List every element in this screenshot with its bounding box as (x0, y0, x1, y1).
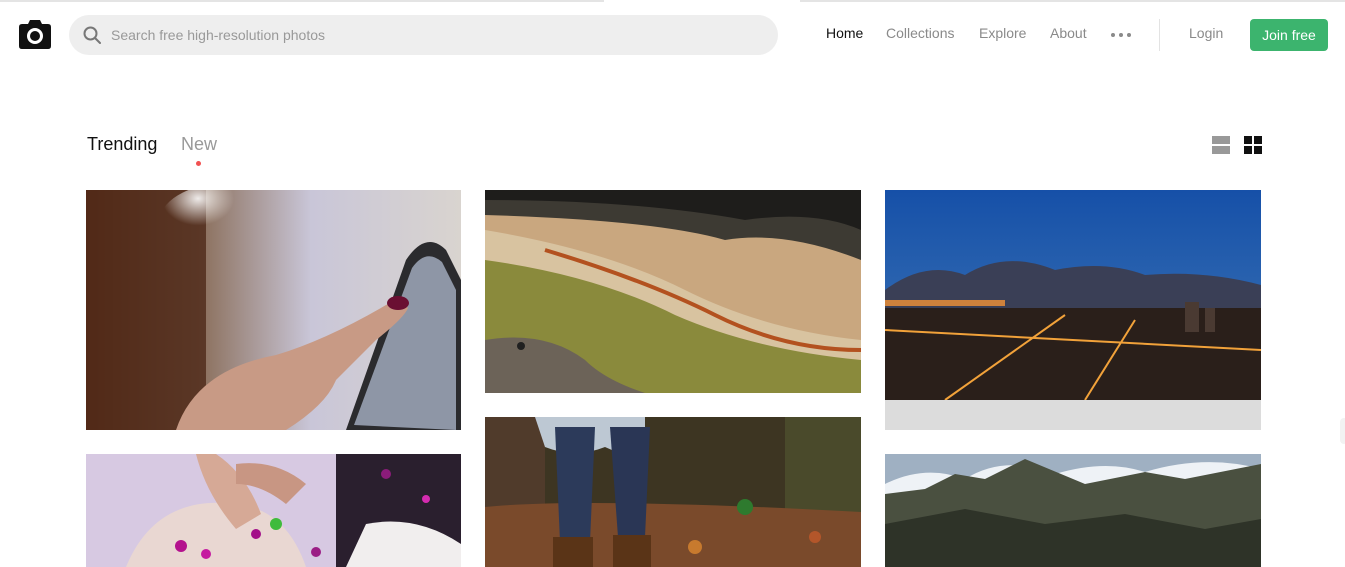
photo-card-forest-walker[interactable] (485, 417, 861, 567)
photo-card-city-dusk[interactable] (885, 190, 1261, 430)
login-link[interactable]: Login (1189, 25, 1223, 41)
header: Home Collections Explore About Login Joi… (0, 2, 1345, 66)
photo-card-tablet-touch[interactable] (86, 190, 461, 430)
nav-home[interactable]: Home (826, 25, 863, 41)
photo-card-mountains[interactable] (885, 454, 1261, 567)
camera-icon[interactable] (19, 19, 51, 49)
photo-card-canyon-river[interactable] (485, 190, 861, 393)
nav-about[interactable]: About (1050, 25, 1087, 41)
scroll-edge-handle (1340, 418, 1345, 444)
search-input[interactable] (111, 15, 761, 55)
nav-explore[interactable]: Explore (979, 25, 1026, 41)
nav-collections[interactable]: Collections (886, 25, 954, 41)
photo-card-confetti-hands[interactable] (86, 454, 461, 567)
grid-view-icon[interactable] (1244, 136, 1262, 154)
search-bar (69, 15, 778, 55)
list-view-icon[interactable] (1212, 136, 1230, 154)
nav-divider (1159, 19, 1160, 51)
search-icon[interactable] (83, 26, 101, 44)
tab-new[interactable]: New (181, 134, 217, 155)
tab-trending[interactable]: Trending (87, 134, 157, 155)
active-tab-indicator (196, 161, 201, 166)
join-free-button[interactable]: Join free (1250, 19, 1328, 51)
more-dots-icon[interactable] (1110, 33, 1132, 39)
